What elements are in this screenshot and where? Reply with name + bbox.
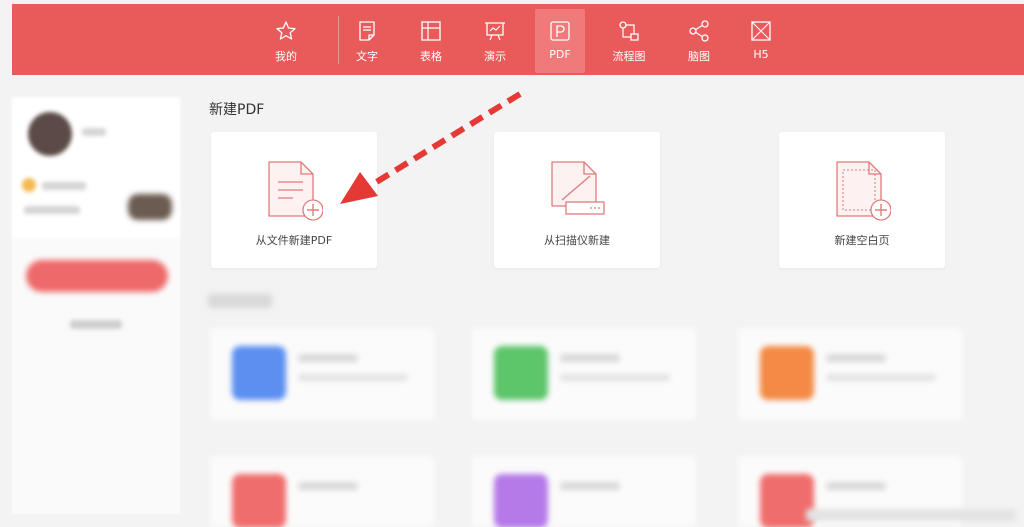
template-thumb [494, 346, 548, 400]
template-thumb [760, 346, 814, 400]
tab-mine[interactable]: 我的 [261, 9, 311, 73]
template-card[interactable] [472, 328, 696, 420]
card-new-from-scanner[interactable]: 从扫描仪新建 [494, 132, 660, 268]
scanner-icon [551, 161, 605, 215]
template-thumb [232, 474, 286, 527]
avatar [28, 112, 72, 156]
template-thumb [232, 346, 286, 400]
tab-mindmap-label: 脑图 [688, 50, 710, 63]
card-new-from-file-label: 从文件新建PDF [255, 234, 333, 247]
tab-mindmap[interactable]: 脑图 [674, 9, 724, 73]
user-name-blur [82, 128, 106, 136]
pdf-icon [550, 21, 570, 41]
card-new-blank-page[interactable]: 新建空白页 [779, 132, 945, 268]
template-card[interactable] [210, 456, 434, 527]
main-content: 新建PDF 从文件新建PDF 从扫描仪新建 新建空白页 [192, 86, 1024, 527]
file-add-icon [268, 161, 323, 221]
promo-image [128, 194, 172, 220]
h5-icon [751, 21, 771, 41]
flowchart-icon [619, 21, 639, 41]
tab-present[interactable]: 演示 [470, 9, 520, 73]
tab-table-label: 表格 [420, 50, 442, 63]
top-toolbar: 我的 文字 表格 演示 PDF 流程图 脑图 H5 [12, 4, 1024, 75]
template-card[interactable] [472, 456, 696, 527]
toolbar-separator [338, 16, 339, 64]
tab-flowchart-label: 流程图 [612, 50, 646, 63]
sidebar [12, 98, 180, 514]
member-text-blur [42, 182, 86, 190]
presentation-icon [485, 22, 505, 41]
template-card[interactable] [210, 328, 434, 420]
tab-present-label: 演示 [484, 50, 506, 63]
tab-h5-label: H5 [753, 48, 769, 61]
template-card[interactable] [738, 328, 962, 420]
watermark [806, 509, 1016, 521]
tab-flowchart[interactable]: 流程图 [604, 9, 654, 73]
tab-pdf[interactable]: PDF [535, 9, 585, 73]
card-new-from-file[interactable]: 从文件新建PDF [211, 132, 377, 268]
template-thumb [494, 474, 548, 527]
member-badge-icon [22, 178, 36, 192]
upgrade-button[interactable] [26, 260, 168, 292]
blank-page-icon [836, 161, 891, 221]
table-icon [421, 21, 441, 41]
tab-text[interactable]: 文字 [342, 9, 392, 73]
storage-text-blur [24, 206, 80, 214]
tab-pdf-label: PDF [549, 48, 571, 61]
mindmap-icon [689, 20, 709, 42]
section-title: 新建PDF [209, 102, 265, 118]
sidebar-link[interactable] [70, 320, 122, 329]
card-new-from-scanner-label: 从扫描仪新建 [544, 234, 610, 247]
card-new-blank-page-label: 新建空白页 [834, 234, 890, 247]
document-icon [359, 21, 375, 41]
tab-table[interactable]: 表格 [406, 9, 456, 73]
templates-title [208, 294, 272, 308]
star-icon [276, 21, 296, 40]
tab-text-label: 文字 [356, 50, 378, 63]
tab-h5[interactable]: H5 [736, 9, 786, 73]
tab-mine-label: 我的 [275, 50, 297, 63]
